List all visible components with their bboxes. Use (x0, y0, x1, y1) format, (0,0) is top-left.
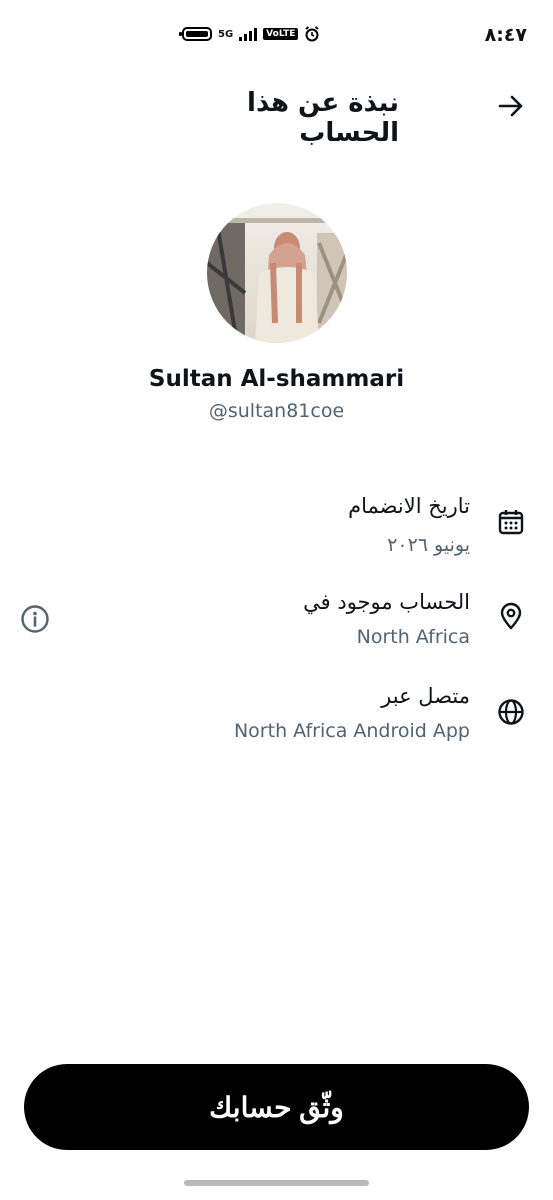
signal-icon (239, 27, 258, 41)
account-location-value: North Africa (356, 626, 470, 648)
verify-account-button[interactable]: وثّق حسابك (24, 1064, 529, 1150)
location-pin-icon (500, 602, 522, 630)
status-time: ٨:٤٧ (484, 24, 527, 46)
connected-via-label: متصل عبر (381, 684, 470, 708)
globe-icon (498, 699, 524, 725)
username-handle: @sultan81coe (208, 400, 345, 422)
info-icon[interactable] (20, 604, 50, 634)
arrow-right-icon[interactable] (497, 92, 525, 120)
alarm-icon (305, 26, 319, 42)
account-location-label: الحساب موجود في (303, 590, 470, 614)
joined-date-label: تاريخ الانضمام (348, 494, 470, 518)
display-name: Sultan Al-shammari (148, 366, 405, 392)
avatar[interactable] (207, 203, 347, 343)
battery-icon (179, 27, 212, 41)
calendar-icon (498, 510, 524, 535)
page-title: نبذة عن هذا الحساب (247, 88, 399, 148)
status-icons: 5G VoLTE (179, 26, 320, 42)
connected-via-value: North Africa Android App (233, 720, 470, 742)
network-type-label: 5G (218, 28, 234, 40)
joined-date-value: يونيو ٢٠٢٦ (387, 534, 470, 556)
avatar-photo (207, 203, 347, 343)
volte-badge: VoLTE (263, 28, 299, 40)
home-indicator[interactable] (184, 1180, 369, 1186)
